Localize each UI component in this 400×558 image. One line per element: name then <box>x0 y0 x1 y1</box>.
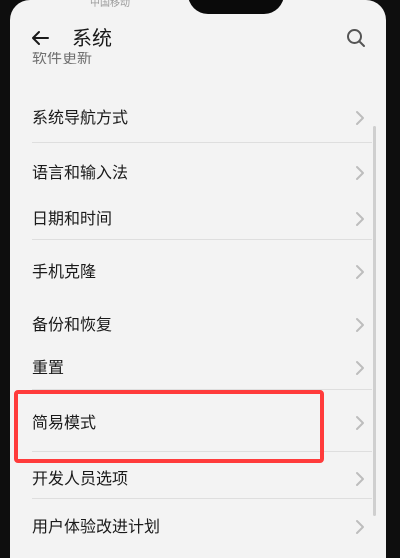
list-item-label: 备份和恢复 <box>32 315 113 334</box>
list-item-system-navigation[interactable]: 系统导航方式 <box>10 96 386 140</box>
list-item-phone-clone[interactable]: 手机克隆 <box>10 250 386 294</box>
divider <box>32 239 372 240</box>
divider <box>32 389 372 390</box>
scrollbar[interactable] <box>373 126 376 516</box>
list-item-label: 手机克隆 <box>32 262 97 281</box>
list-item-language-input[interactable]: 语言和输入法 <box>10 151 386 195</box>
list-item-developer-options[interactable]: 开发人员选项 <box>10 457 386 501</box>
chevron-right-icon <box>356 416 364 430</box>
divider <box>32 498 372 499</box>
list-item-simple-mode[interactable]: 简易模式 <box>10 401 386 445</box>
chevron-right-icon <box>356 265 364 279</box>
settings-list: 系统导航方式 语言和输入法 日期和时间 手机克隆 备份和恢复 重置 简易模式 开… <box>10 0 386 558</box>
chevron-right-icon <box>356 520 364 534</box>
list-item-label: 简易模式 <box>32 413 97 432</box>
list-item-label: 日期和时间 <box>32 209 113 228</box>
list-item-label: 系统导航方式 <box>32 108 129 127</box>
list-item-date-time[interactable]: 日期和时间 <box>10 197 386 241</box>
list-item-user-experience-program[interactable]: 用户体验改进计划 <box>10 505 386 549</box>
chevron-right-icon <box>356 212 364 226</box>
list-item-label: 重置 <box>32 358 65 377</box>
chevron-right-icon <box>356 318 364 332</box>
list-item-reset[interactable]: 重置 <box>10 346 386 390</box>
list-item-label: 开发人员选项 <box>32 469 129 488</box>
chevron-right-icon <box>356 111 364 125</box>
divider <box>32 142 372 143</box>
phone-screen: 中国移动 系统 软件更新 系统导航方式 语言和输入法 日期和时间 手机克隆 备份… <box>10 0 386 558</box>
divider <box>32 451 372 452</box>
chevron-right-icon <box>356 166 364 180</box>
chevron-right-icon <box>356 361 364 375</box>
chevron-right-icon <box>356 472 364 486</box>
list-item-label: 语言和输入法 <box>32 163 129 182</box>
list-item-backup-restore[interactable]: 备份和恢复 <box>10 303 386 347</box>
list-item-label: 用户体验改进计划 <box>32 517 161 536</box>
